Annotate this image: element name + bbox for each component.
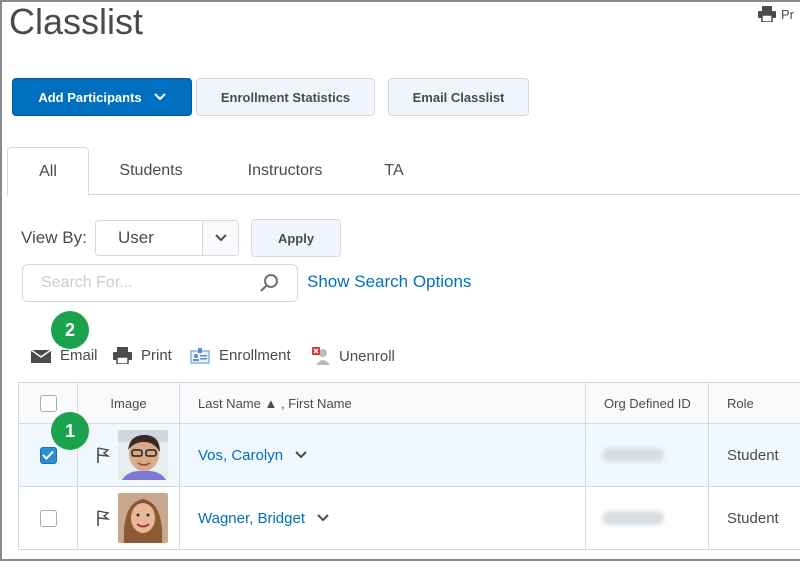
print-action[interactable]: Print	[113, 347, 172, 364]
role-text: Student	[727, 509, 779, 527]
envelope-icon	[31, 348, 51, 363]
classlist-table: Image Last Name ▲ , First Name Org Defin…	[18, 382, 800, 550]
view-by-select[interactable]: User	[95, 220, 239, 256]
row-select-cell	[19, 487, 78, 549]
enrollment-action-label: Enrollment	[219, 347, 291, 364]
row-image-cell	[78, 424, 180, 486]
printer-icon	[113, 347, 132, 364]
flag-icon[interactable]	[96, 510, 110, 526]
print-page-button[interactable]: Pr	[758, 6, 794, 22]
tab-students[interactable]: Students	[101, 147, 201, 195]
role-tabs: All Students Instructors TA	[7, 147, 800, 196]
chevron-down-icon[interactable]	[295, 451, 307, 459]
unenroll-action-label: Unenroll	[339, 347, 395, 365]
header-image: Image	[78, 383, 180, 423]
select-all-checkbox[interactable]	[39, 394, 57, 412]
view-by-label: View By:	[21, 228, 87, 247]
enrollment-statistics-label: Enrollment Statistics	[220, 89, 351, 105]
header-role[interactable]: Role	[709, 383, 800, 423]
show-search-options-link[interactable]: Show Search Options	[307, 272, 471, 292]
apply-button[interactable]: Apply	[251, 219, 341, 257]
page-title: Classlist	[9, 1, 144, 42]
table-row: Vos, Carolyn Student	[19, 424, 800, 487]
row-image-cell	[78, 487, 180, 549]
student-name-link[interactable]: Wagner, Bridget	[180, 510, 329, 527]
chevron-down-icon	[214, 234, 227, 242]
unenroll-action[interactable]: Unenroll	[312, 347, 395, 365]
email-action[interactable]: Email	[31, 347, 98, 364]
row-name-cell: Vos, Carolyn	[180, 424, 586, 486]
avatar	[118, 493, 168, 543]
search-box	[22, 264, 298, 302]
enrollment-icon	[190, 347, 210, 363]
row-org-id-cell	[586, 424, 709, 486]
redacted-org-id	[602, 448, 664, 462]
row-name-cell: Wagner, Bridget	[180, 487, 586, 549]
tab-ta[interactable]: TA	[369, 147, 419, 195]
header-name-sort[interactable]: Last Name ▲ , First Name	[180, 383, 586, 423]
print-page-label: Pr	[781, 6, 794, 22]
callout-1: 1	[51, 412, 89, 450]
table-row: Wagner, Bridget Student	[19, 487, 800, 550]
table-header-row: Image Last Name ▲ , First Name Org Defin…	[19, 383, 800, 424]
select-arrow	[202, 221, 238, 255]
apply-label: Apply	[277, 230, 315, 246]
chevron-down-icon	[153, 93, 166, 101]
unenroll-icon	[312, 347, 330, 365]
student-name-link[interactable]: Vos, Carolyn	[180, 447, 307, 464]
callout-2: 2	[51, 311, 89, 349]
email-classlist-label: Email Classlist	[412, 89, 505, 105]
printer-icon	[758, 6, 776, 22]
email-action-label: Email	[60, 347, 98, 364]
tab-all[interactable]: All	[7, 147, 89, 196]
avatar	[118, 430, 168, 480]
row-role-cell: Student	[709, 487, 800, 549]
row-org-id-cell	[586, 487, 709, 549]
student-name: Wagner, Bridget	[198, 509, 305, 527]
flag-icon[interactable]	[96, 447, 110, 463]
enrollment-action[interactable]: Enrollment	[190, 347, 291, 364]
role-text: Student	[727, 446, 779, 464]
header-org-id[interactable]: Org Defined ID	[586, 383, 709, 423]
row-checkbox[interactable]	[39, 509, 57, 527]
add-participants-button[interactable]: Add Participants	[12, 78, 192, 116]
search-icon[interactable]	[259, 273, 279, 293]
row-role-cell: Student	[709, 424, 800, 486]
search-input[interactable]	[23, 273, 253, 293]
redacted-org-id	[602, 511, 664, 525]
email-classlist-button[interactable]: Email Classlist	[388, 78, 529, 116]
tab-instructors[interactable]: Instructors	[231, 147, 339, 195]
view-by-value: User	[118, 228, 154, 247]
checkmark-icon	[42, 450, 54, 460]
add-participants-label: Add Participants	[38, 89, 142, 105]
row-checkbox[interactable]	[39, 446, 57, 464]
student-name: Vos, Carolyn	[198, 446, 284, 464]
chevron-down-icon[interactable]	[317, 514, 329, 522]
print-action-label: Print	[141, 347, 172, 364]
enrollment-statistics-button[interactable]: Enrollment Statistics	[196, 78, 375, 116]
